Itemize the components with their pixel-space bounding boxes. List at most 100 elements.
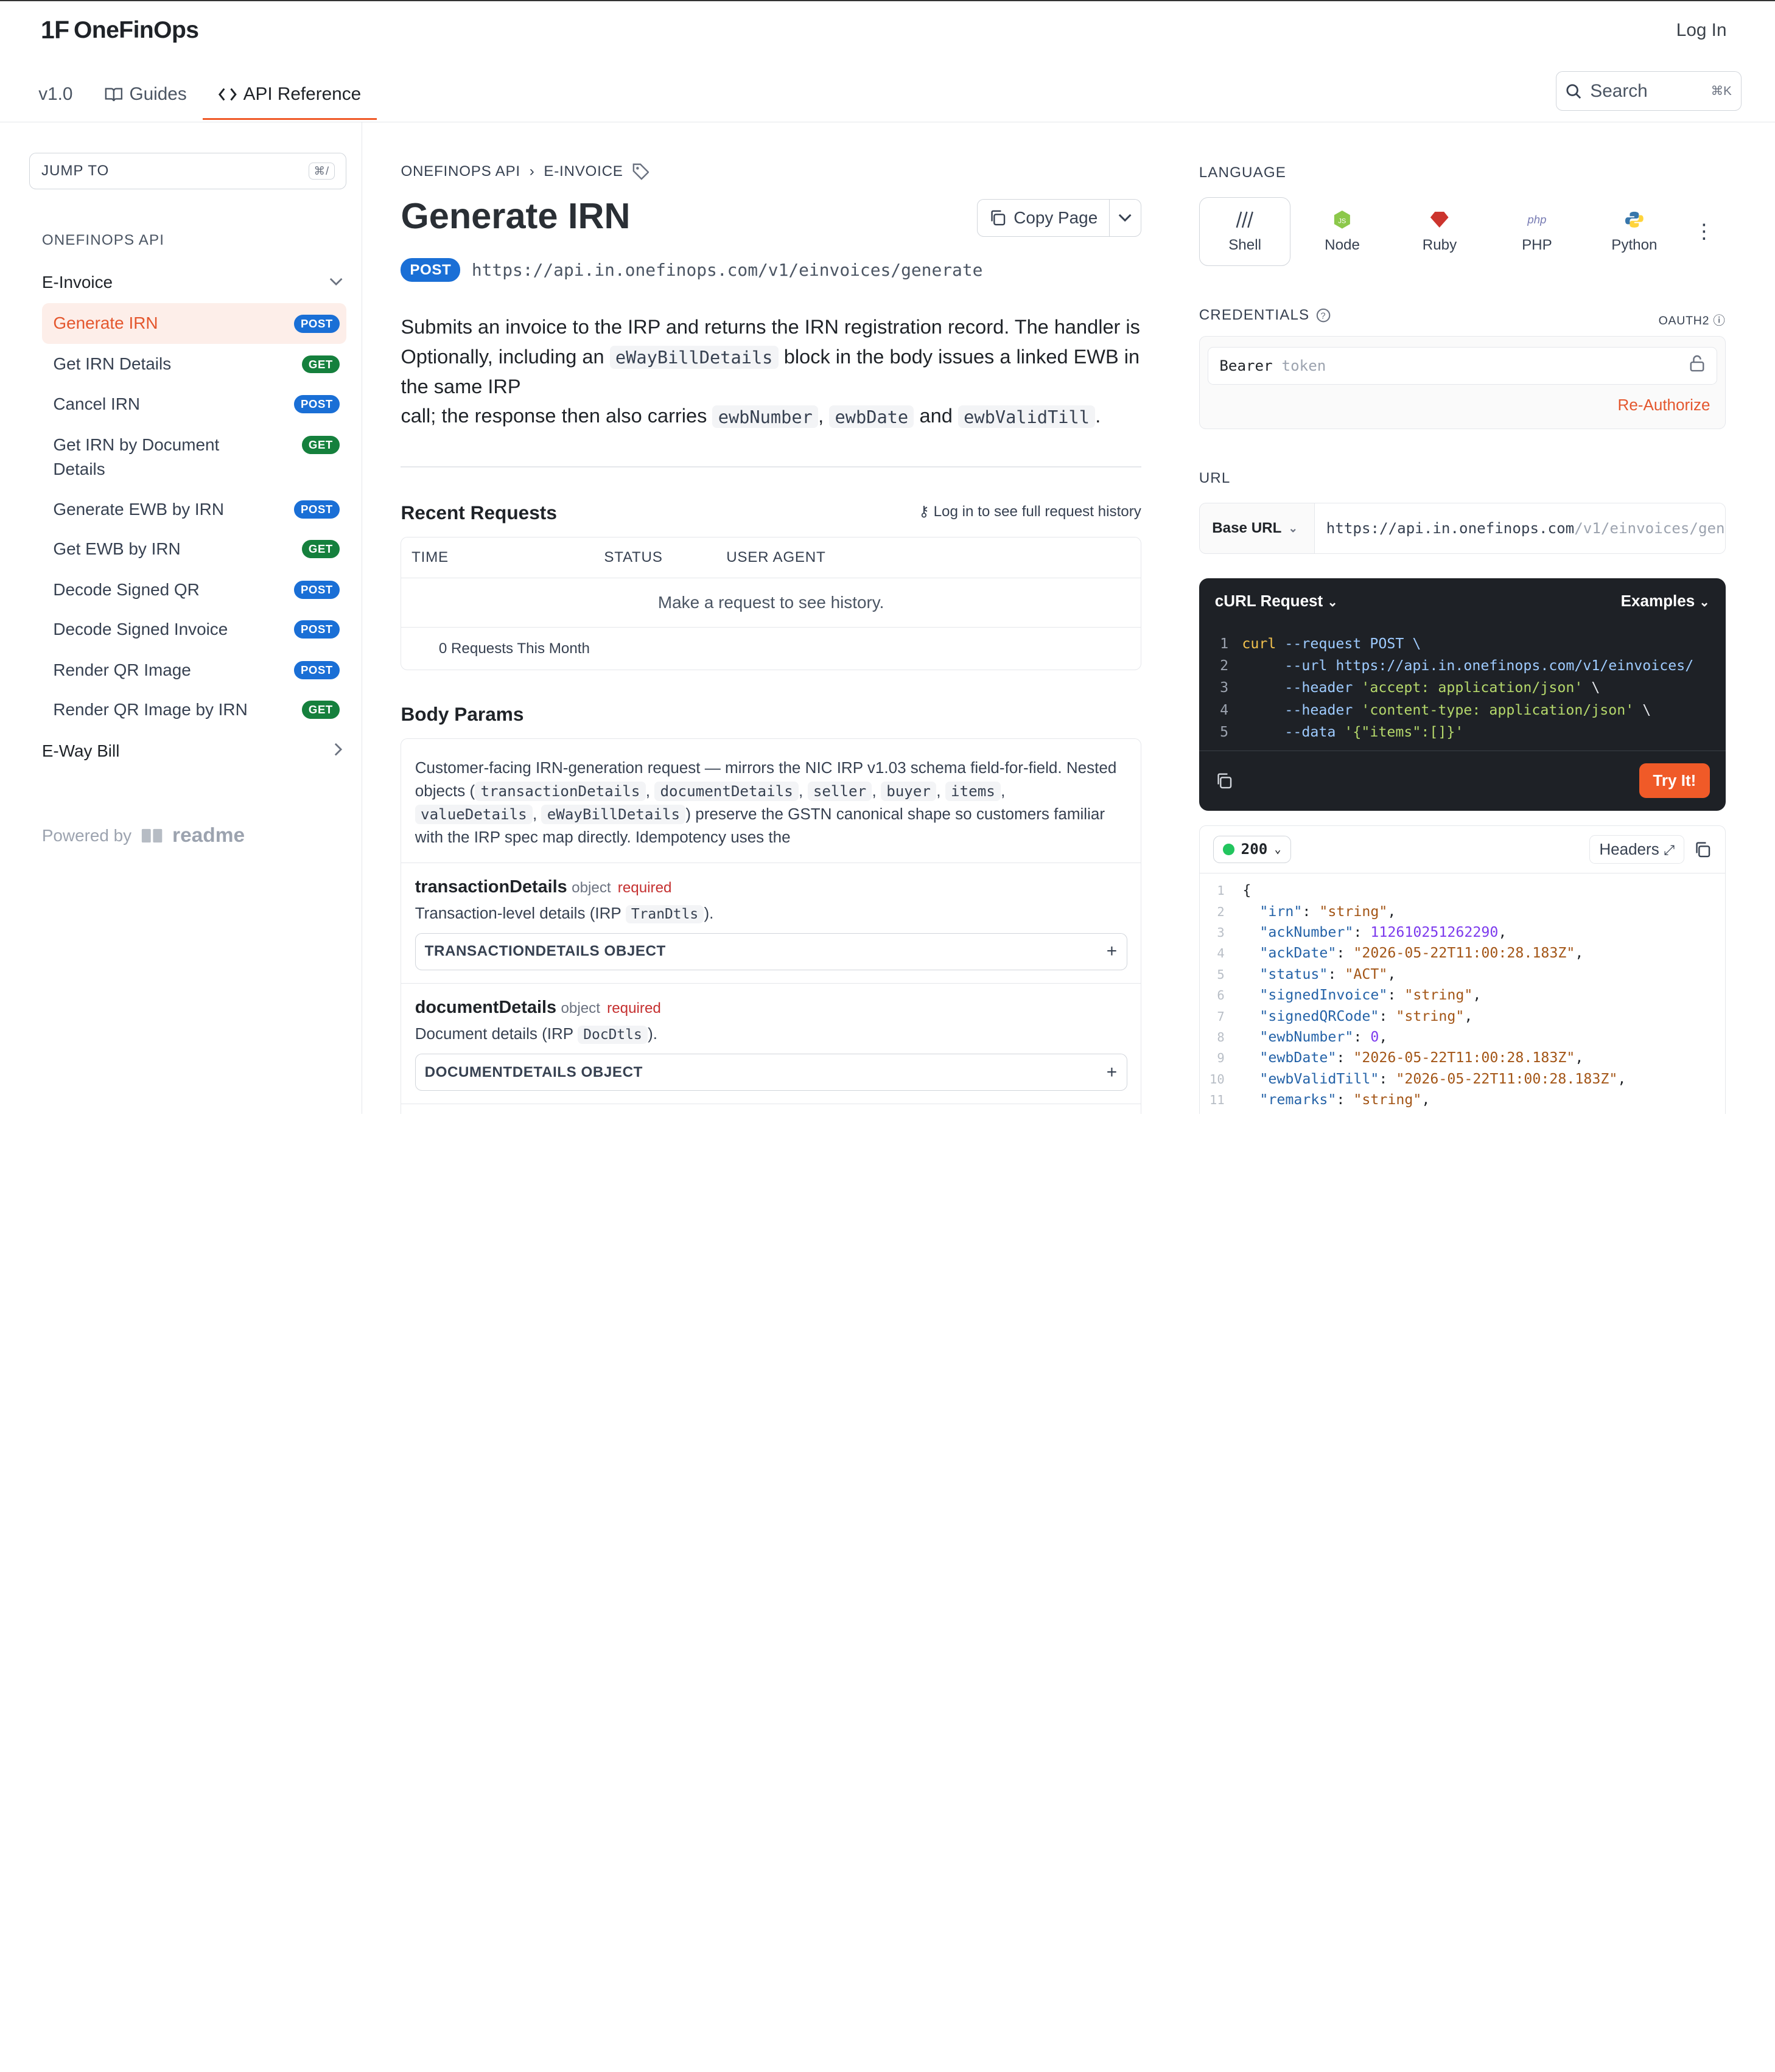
help-icon[interactable]: ? — [1316, 308, 1331, 323]
try-it-button[interactable]: Try It! — [1639, 763, 1710, 799]
endpoint-url: https://api.in.onefinops.com/v1/einvoice… — [471, 260, 983, 281]
breadcrumb-einvoice[interactable]: E-INVOICE — [544, 163, 623, 180]
language-label: Python — [1611, 236, 1658, 253]
inline-code: transactionDetails — [475, 781, 646, 801]
line-number: 4 — [1217, 946, 1225, 961]
sidebar-item-decode-signed-invoice[interactable]: Decode Signed Invoice POST — [42, 609, 346, 650]
tab-api-reference[interactable]: API Reference — [202, 70, 377, 121]
code-token: 'content-type: application/json' — [1361, 701, 1634, 718]
version-select[interactable]: v1.0 — [38, 70, 88, 120]
line-number: 1 — [1220, 635, 1229, 652]
sidebar-item-decode-signed-qr[interactable]: Decode Signed QR POST — [42, 570, 346, 611]
expand-object-button[interactable]: TRANSACTIONDETAILS OBJECT + — [415, 933, 1127, 971]
reauthorize-button[interactable]: Re-Authorize — [1618, 396, 1710, 415]
sidebar-item-render-qr-image[interactable]: Render QR Image POST — [42, 650, 346, 691]
expand-object-button[interactable]: DOCUMENTDETAILS OBJECT + — [415, 1053, 1127, 1091]
jump-to-input[interactable]: JUMP TO ⌘/ — [29, 153, 347, 189]
code-token: --url https://api.in.onefinops.com/v1/ei… — [1242, 657, 1694, 674]
language-node[interactable]: JS Node — [1297, 197, 1388, 266]
json-key: "ewbDate" — [1259, 1049, 1337, 1066]
status-select[interactable]: 200 ⌄ — [1213, 836, 1291, 863]
param-desc-text: Document details (IRP — [415, 1024, 578, 1043]
response-header: 200 ⌄ Headers ⤢ — [1199, 826, 1725, 874]
unlock-icon[interactable] — [1689, 355, 1705, 376]
response-line: 1{ — [1200, 880, 1725, 901]
copy-page-menu-button[interactable] — [1108, 200, 1141, 236]
line-number: 9 — [1217, 1051, 1225, 1066]
param-name: documentDetails — [415, 997, 557, 1017]
copy-icon[interactable] — [1215, 772, 1233, 790]
brand-logo[interactable]: 1F OneFinOps — [41, 16, 199, 44]
language-label: Node — [1325, 236, 1360, 253]
json-key: "irn" — [1259, 903, 1303, 920]
version-label: v1.0 — [38, 83, 73, 104]
examples-select[interactable]: Examples ⌄ — [1621, 592, 1710, 611]
json-key: "remarks" — [1259, 1091, 1337, 1108]
sidebar-item-get-ewb[interactable]: Get EWB by IRN GET — [42, 529, 346, 570]
base-url-label: Base URL — [1212, 519, 1282, 536]
oauth-badge[interactable]: OAUTH2 ⓘ — [1659, 310, 1726, 328]
language-picker: Shell JS Node Ruby php PHP Python ⋮ — [1199, 197, 1726, 267]
sidebar-item-generate-irn[interactable]: Generate IRN POST — [41, 303, 347, 345]
method-badge: POST — [293, 315, 340, 333]
login-history-link[interactable]: ⚷ Log in to see full request history — [919, 503, 1141, 520]
param-type: object — [572, 879, 611, 896]
chevron-down-icon — [329, 275, 343, 290]
copy-page-button[interactable]: Copy Page — [978, 200, 1109, 236]
method-badge: GET — [301, 701, 340, 719]
bearer-token-input[interactable]: Bearer token — [1207, 347, 1717, 385]
powered-by[interactable]: Powered by readme — [42, 824, 245, 847]
code-line: 5 --data '{"items":[]}' — [1199, 721, 1726, 743]
login-link[interactable]: Log In — [1676, 20, 1727, 41]
language-python[interactable]: Python — [1589, 197, 1681, 266]
login-history-label: Log in to see full request history — [933, 503, 1141, 520]
inline-code: ewbNumber — [712, 405, 819, 429]
search-input[interactable]: Search ⌘K — [1555, 71, 1742, 111]
json-value: 112610251262290 — [1370, 924, 1499, 940]
endpoint-description: Submits an invoice to the IRP and return… — [401, 312, 1141, 431]
sidebar-item-label: Cancel IRN — [53, 394, 141, 413]
sidebar-item-cancel-irn[interactable]: Cancel IRN POST — [42, 384, 346, 425]
desc-text: and — [914, 405, 958, 427]
plus-icon: + — [1106, 941, 1118, 962]
param-description: Transaction-level details (IRP TranDtls)… — [415, 904, 1127, 923]
sidebar-item-render-qr-by-irn[interactable]: Render QR Image by IRN GET — [42, 690, 346, 730]
language-shell[interactable]: Shell — [1199, 197, 1291, 267]
nav-tabs: v1.0 Guides API Reference — [38, 70, 377, 121]
json-value: "string" — [1319, 903, 1388, 920]
oauth-label: OAUTH2 — [1658, 313, 1710, 327]
sidebar-item-generate-ewb[interactable]: Generate EWB by IRN POST — [42, 489, 346, 530]
sidebar-item-get-irn-by-document[interactable]: Get IRN by Document Details GET — [42, 424, 346, 490]
line-number: 5 — [1220, 723, 1229, 740]
key-icon: ⚷ — [919, 503, 930, 520]
sidebar: JUMP TO ⌘/ ONEFINOPS API E-Invoice Gener… — [0, 122, 363, 1115]
language-php[interactable]: php PHP — [1491, 197, 1583, 266]
code-title-select[interactable]: cURL Request ⌄ — [1215, 592, 1338, 611]
response-line: 5 "status": "ACT", — [1200, 964, 1725, 985]
line-number: 10 — [1210, 1071, 1225, 1087]
headers-button[interactable]: Headers ⤢ — [1589, 835, 1684, 864]
inline-code: ewbValidTill — [958, 405, 1096, 429]
sidebar-item-get-irn-details[interactable]: Get IRN Details GET — [42, 344, 346, 385]
sidebar-group-e-way-bill[interactable]: E-Way Bill — [42, 741, 343, 761]
top-header: 1F OneFinOps Log In v1.0 Guides API Refe… — [0, 0, 1775, 122]
main-content: ONEFINOPS API › E-INVOICE Generate IRN C… — [401, 122, 1141, 1115]
inline-code: eWayBillDetails — [609, 345, 779, 369]
sidebar-item-label: Generate EWB by IRN — [53, 499, 224, 519]
method-badge: POST — [293, 661, 340, 679]
sidebar-group-label: E-Invoice — [41, 273, 113, 292]
tab-guides[interactable]: Guides — [89, 70, 203, 120]
desc-text: call; the response then also carries — [401, 405, 713, 427]
response-line: 8 "ewbNumber": 0, — [1200, 1027, 1725, 1048]
sidebar-group-e-invoice[interactable]: E-Invoice — [42, 273, 343, 292]
more-languages-icon[interactable]: ⋮ — [1694, 219, 1714, 243]
breadcrumb-api[interactable]: ONEFINOPS API — [401, 163, 520, 180]
base-url-select[interactable]: Base URL ⌄ — [1200, 503, 1315, 553]
language-ruby[interactable]: Ruby — [1394, 197, 1486, 266]
desc-text: . — [1095, 405, 1101, 427]
shell-icon — [1234, 209, 1255, 229]
copy-icon[interactable] — [1693, 841, 1712, 859]
method-badge: POST — [293, 395, 340, 413]
search-icon — [1566, 84, 1581, 99]
response-line: 11 "remarks": "string", — [1200, 1090, 1725, 1110]
